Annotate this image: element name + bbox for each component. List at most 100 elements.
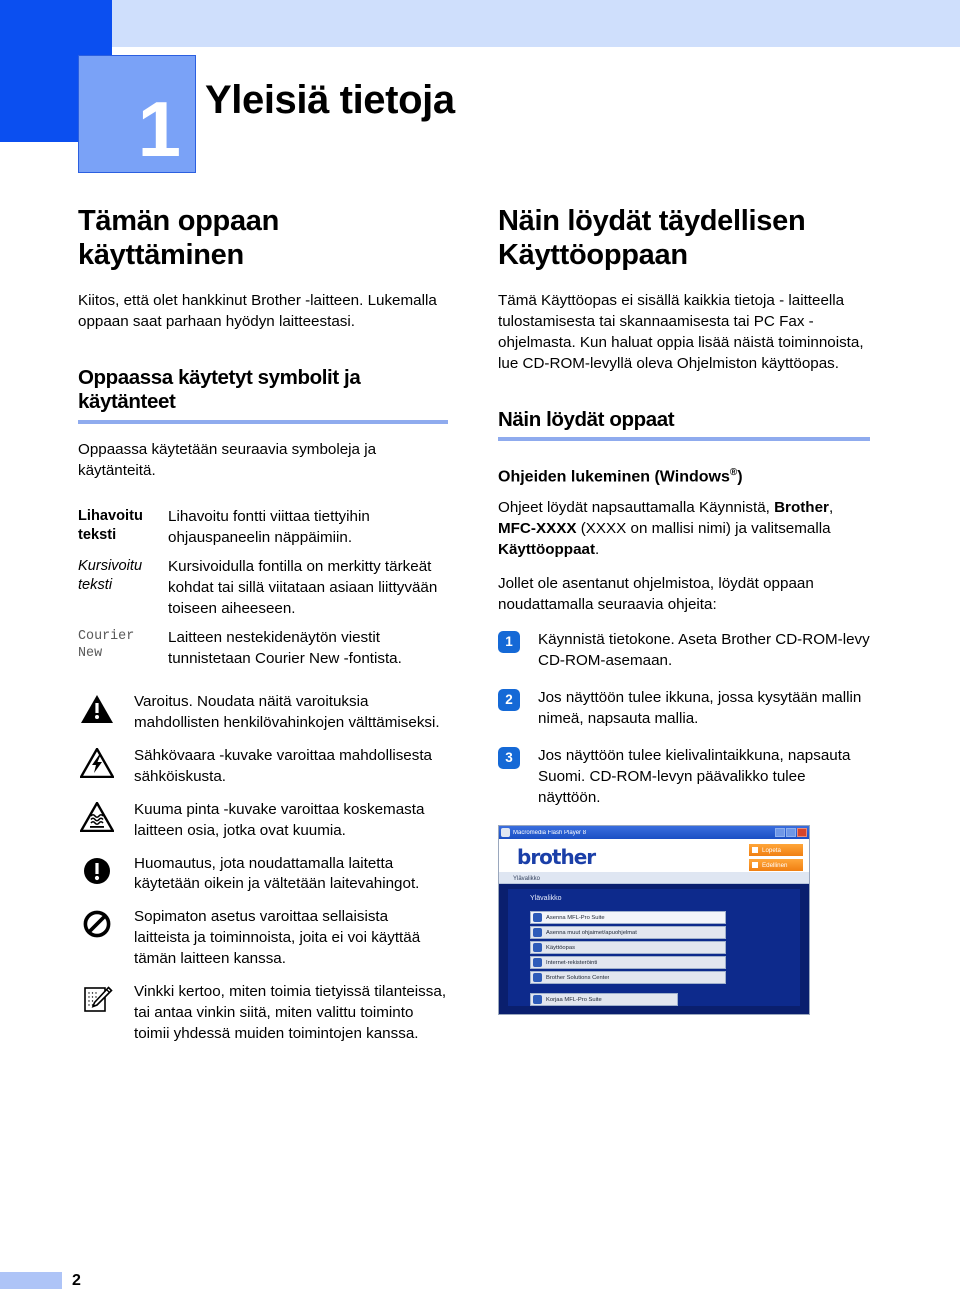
help-location-paragraph: Ohjeet löydät napsauttamalla Käynnistä, … [498,498,870,561]
screenshot-repair-label: Korjaa MFL-Pro Suite [546,996,602,1003]
convention-row: Courier New Laitteen nestekidenäytön vie… [78,628,448,670]
screenshot-exit-label: Lopeta [762,846,781,854]
step-text: Jos näyttöön tulee ikkuna, jossa kysytää… [538,689,862,728]
note-row-warning: Varoitus. Noudata näitä varoituksia mahd… [78,692,448,734]
page-number: 2 [72,1272,81,1289]
help-text-part2: , [828,498,834,516]
step-number-badge: 2 [498,689,520,712]
note-row-caution: Huomautus, jota noudattamalla laitetta k… [78,854,448,896]
help-bold-model: MFC-XXXX [498,519,577,537]
screenshot-title-bar: Macromedia Flash Player 8 [499,826,809,840]
intro-paragraph: Kiitos, että olet hankkinut Brother -lai… [78,291,437,330]
minimize-icon [775,828,785,838]
conventions-list: Lihavoitu teksti Lihavoitu fontti viitta… [78,507,448,670]
screenshot-menu-label: Asenna muut ohjaimet/apuohjelmat [546,929,637,936]
screenshot-menu-label: Käyttöopas [546,944,576,951]
complete-guide-intro: Tämä Käyttöopas ei sisällä kaikkia tieto… [498,291,864,372]
note-text: Vinkki kertoo, miten toimia tietyissä ti… [134,983,447,1043]
convention-row: Lihavoitu teksti Lihavoitu fontti viitta… [78,507,448,549]
screenshot-main-heading: Ylävalikko [530,895,562,903]
step-number-badge: 3 [498,747,520,770]
note-pencil-icon [78,982,134,1045]
windows-help-heading-text: Ohjeiden lukeminen (Windows [498,468,730,486]
screenshot-menu-item: Käyttöopas [530,941,726,955]
help-text-part3: (XXXX on mallisi nimi) ja valitsemalla [576,519,831,537]
help-bold-guides: Käyttöoppaat [498,540,596,558]
section-title-complete-guide: Näin löydät täydellisen Käyttöoppaan [498,205,806,271]
electrical-hazard-icon [78,746,134,788]
caution-circle-icon [78,854,134,896]
hot-surface-icon [78,800,134,842]
screenshot-breadcrumb: Ylävalikko [513,876,541,883]
help-text-part4: . [595,540,600,558]
screenshot-menu-item: Brother Solutions Center [530,971,726,985]
note-text: Huomautus, jota noudattamalla laitetta k… [134,854,420,893]
left-column: Tämän oppaan käyttäminen Kiitos, että ol… [78,205,448,1057]
screenshot-menu-list: Asenna MFL-Pro Suite Asenna muut ohjaime… [530,911,726,1007]
close-icon [797,828,807,838]
convention-definition: Kursivoidulla fontilla on merkitty tärke… [168,557,438,617]
chapter-number: 1 [137,85,181,173]
heading-rule [78,419,448,424]
steps-list: 1 Käynnistä tietokone. Aseta Brother CD-… [498,630,870,809]
step-row: 3 Jos näyttöön tulee kielivalintaikkuna,… [498,746,870,809]
not-installed-paragraph: Jollet ole asentanut ohjelmistoa, löydät… [498,574,814,613]
cdrom-menu-screenshot: Macromedia Flash Player 8 brother Lopeta… [498,825,810,1016]
help-text-part1: Ohjeet löydät napsauttamalla Käynnistä, [498,498,775,516]
subsection-title-find-guides: Näin löydät oppaat [498,407,675,431]
back-arrow-icon [752,862,758,869]
warning-triangle-icon [78,692,134,734]
help-bold-brother: Brother [774,498,829,516]
brother-logo: brother [517,845,596,870]
note-row-prohibition: Sopimaton asetus varoittaa sellaisista l… [78,907,448,970]
maximize-icon [786,828,796,838]
screenshot-menu-item: Asenna MFL-Pro Suite [530,911,726,925]
registration-icon [533,958,542,968]
screenshot-header: brother Lopeta Edellinen Ylävalikko [499,839,809,885]
screenshot-breadcrumb-bar: Ylävalikko [499,872,809,884]
screenshot-repair-item: Korjaa MFL-Pro Suite [530,993,678,1007]
windows-help-heading-close: ) [737,468,743,486]
convention-term-italic: Kursivoitu teksti [78,557,143,594]
step-text: Jos näyttöön tulee kielivalintaikkuna, n… [538,747,851,807]
flash-player-icon [501,828,510,838]
solutions-center-icon [533,973,542,983]
chapter-title: Yleisiä tietoja [205,78,455,122]
install-icon [533,913,542,923]
step-number-badge: 1 [498,631,520,654]
note-text: Varoitus. Noudata näitä varoituksia mahd… [134,692,440,731]
screenshot-menu-item: Asenna muut ohjaimet/apuohjelmat [530,926,726,940]
note-text: Sopimaton asetus varoittaa sellaisista l… [134,908,421,968]
note-text: Sähkövaara -kuvake varoittaa mahdollises… [134,746,433,785]
note-text: Kuuma pinta -kuvake varoittaa koskemasta… [134,800,425,839]
note-row-electrical: Sähkövaara -kuvake varoittaa mahdollises… [78,746,448,788]
page-header-banner [0,0,960,47]
step-text: Käynnistä tietokone. Aseta Brother CD-RO… [538,631,870,670]
screenshot-back-label: Edellinen [762,861,788,869]
exit-icon [752,847,758,854]
footer-accent-bar [0,1272,62,1289]
prohibition-icon [78,907,134,970]
windows-help-heading: Ohjeiden lukeminen (Windows®) [498,467,870,487]
screenshot-menu-label: Brother Solutions Center [546,974,610,981]
screenshot-exit-button: Lopeta [749,844,803,857]
screenshot-menu-item: Internet-rekisteröinti [530,956,726,970]
screenshot-body-inner: Ylävalikko Asenna MFL-Pro Suite Asenna m… [508,889,800,1007]
window-controls [775,828,807,838]
right-column: Näin löydät täydellisen Käyttöoppaan Täm… [498,205,870,1016]
step-row: 2 Jos näyttöön tulee ikkuna, jossa kysyt… [498,688,870,730]
screenshot-body: Ylävalikko Asenna MFL-Pro Suite Asenna m… [499,884,809,1015]
note-row-hot-surface: Kuuma pinta -kuvake varoittaa koskemasta… [78,800,448,842]
repair-icon [533,995,542,1005]
heading-rule [498,437,870,442]
convention-term-bold: Lihavoitu teksti [78,507,143,544]
screenshot-menu-label: Asenna MFL-Pro Suite [546,914,605,921]
subsection-title-conventions: Oppaassa käytetyt symbolit ja käytänteet [78,365,361,414]
convention-definition: Lihavoitu fontti viittaa tiettyihin ohja… [168,507,370,546]
chapter-number-badge: 1 [78,55,196,173]
section-title-using-guide: Tämän oppaan käyttäminen [78,205,280,271]
safety-notes-list: Varoitus. Noudata näitä varoituksia mahd… [78,692,448,1046]
convention-term-monospace: Courier New [78,628,135,662]
conventions-intro: Oppaassa käytetään seuraavia symboleja j… [78,440,377,479]
screenshot-window-title: Macromedia Flash Player 8 [513,829,587,836]
